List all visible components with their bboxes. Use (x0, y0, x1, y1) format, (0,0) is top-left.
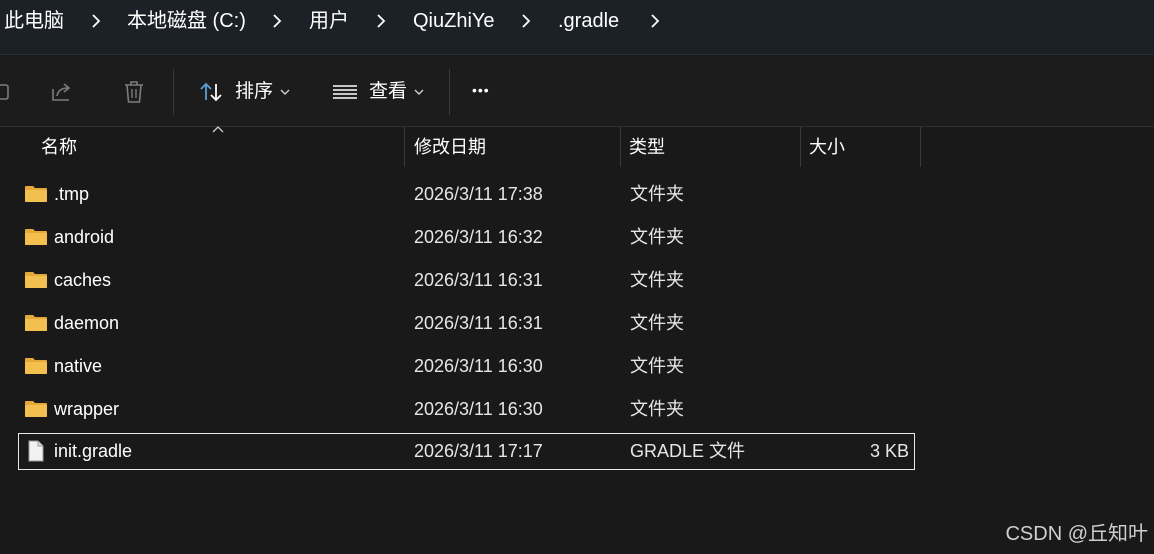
file-name: native (54, 356, 103, 376)
file-modified-date: 2026/3/11 16:31 (414, 313, 543, 333)
file-row[interactable]: daemon 2026/3/11 16:31 文件夹 (18, 305, 915, 342)
file-type: 文件夹 (630, 356, 684, 376)
view-label: 查看 (369, 81, 408, 102)
breadcrumb-this-pc[interactable]: 此电脑 (4, 8, 64, 34)
file-icon (24, 439, 48, 463)
chevron-right-icon[interactable] (89, 9, 103, 33)
toolbar-separator (449, 69, 450, 115)
breadcrumb-user-folder[interactable]: QiuZhiYe (413, 8, 495, 34)
column-header-size[interactable]: 大小 (809, 127, 845, 167)
chevron-right-icon[interactable] (270, 9, 284, 33)
chevron-down-icon (280, 88, 290, 96)
address-bar[interactable]: 此电脑 本地磁盘 (C:) 用户 QiuZhiYe .gradle (0, 0, 1154, 44)
file-type: GRADLE 文件 (630, 441, 746, 461)
column-header-name[interactable]: 名称 (41, 127, 77, 167)
column-divider[interactable] (800, 127, 801, 167)
file-name: daemon (54, 313, 120, 333)
file-name: .tmp (54, 184, 90, 204)
sort-ascending-icon (212, 125, 224, 133)
file-modified-date: 2026/3/11 16:30 (414, 399, 543, 419)
folder-icon (24, 397, 48, 421)
file-type: 文件夹 (630, 184, 684, 204)
breadcrumb-local-disk[interactable]: 本地磁盘 (C:) (127, 8, 246, 34)
more-options-button[interactable]: ••• (472, 74, 506, 106)
file-row[interactable]: .tmp 2026/3/11 17:38 文件夹 (18, 176, 915, 213)
view-list-icon (332, 79, 358, 105)
folder-icon (24, 182, 48, 206)
folder-icon (24, 268, 48, 292)
breadcrumb-users[interactable]: 用户 (309, 8, 349, 34)
file-row-selected[interactable]: init.gradle 2026/3/11 17:17 GRADLE 文件 3 … (18, 433, 915, 470)
column-header-date[interactable]: 修改日期 (414, 127, 486, 167)
sort-label: 排序 (235, 81, 274, 102)
file-type: 文件夹 (630, 227, 684, 247)
file-type: 文件夹 (630, 399, 684, 419)
file-type: 文件夹 (630, 270, 684, 290)
address-bar-divider (0, 44, 1154, 55)
file-size: 3 KB (869, 441, 909, 461)
chevron-right-icon[interactable] (648, 9, 662, 33)
sort-button[interactable]: 排序 (198, 76, 298, 108)
file-modified-date: 2026/3/11 16:30 (414, 356, 543, 376)
chevron-right-icon[interactable] (374, 9, 388, 33)
command-bar: 排序 查看 ••• (0, 56, 1154, 127)
file-explorer-window: 此电脑 本地磁盘 (C:) 用户 QiuZhiYe .gradle 排序 查看 … (0, 0, 1154, 554)
file-name: android (54, 227, 115, 247)
view-button[interactable]: 查看 (332, 76, 432, 108)
folder-icon (24, 311, 48, 335)
watermark-text: CSDN @丘知叶 (1005, 523, 1148, 545)
column-header-row: 名称 修改日期 类型 大小 (0, 125, 1154, 167)
folder-icon (24, 225, 48, 249)
file-row[interactable]: wrapper 2026/3/11 16:30 文件夹 (18, 391, 915, 428)
file-row[interactable]: native 2026/3/11 16:30 文件夹 (18, 348, 915, 385)
delete-icon[interactable] (121, 79, 147, 105)
breadcrumb-current-folder[interactable]: .gradle (558, 8, 619, 34)
column-divider[interactable] (620, 127, 621, 167)
file-name: wrapper (54, 399, 120, 419)
more-icon: ••• (472, 82, 490, 98)
folder-icon (24, 354, 48, 378)
column-header-type[interactable]: 类型 (629, 127, 665, 167)
file-modified-date: 2026/3/11 16:32 (414, 227, 543, 247)
column-divider[interactable] (404, 127, 405, 167)
file-row[interactable]: caches 2026/3/11 16:31 文件夹 (18, 262, 915, 299)
file-name: init.gradle (54, 441, 133, 461)
chevron-right-icon[interactable] (519, 9, 533, 33)
toolbar-separator (173, 69, 174, 115)
file-modified-date: 2026/3/11 17:17 (414, 441, 543, 461)
sort-icon (198, 79, 224, 105)
file-name: caches (54, 270, 112, 290)
file-type: 文件夹 (630, 313, 684, 333)
file-modified-date: 2026/3/11 17:38 (414, 184, 543, 204)
rename-icon[interactable] (0, 79, 12, 105)
column-divider[interactable] (920, 127, 921, 167)
file-row[interactable]: android 2026/3/11 16:32 文件夹 (18, 219, 915, 256)
share-icon[interactable] (49, 79, 75, 105)
chevron-down-icon (414, 88, 424, 96)
file-modified-date: 2026/3/11 16:31 (414, 270, 543, 290)
